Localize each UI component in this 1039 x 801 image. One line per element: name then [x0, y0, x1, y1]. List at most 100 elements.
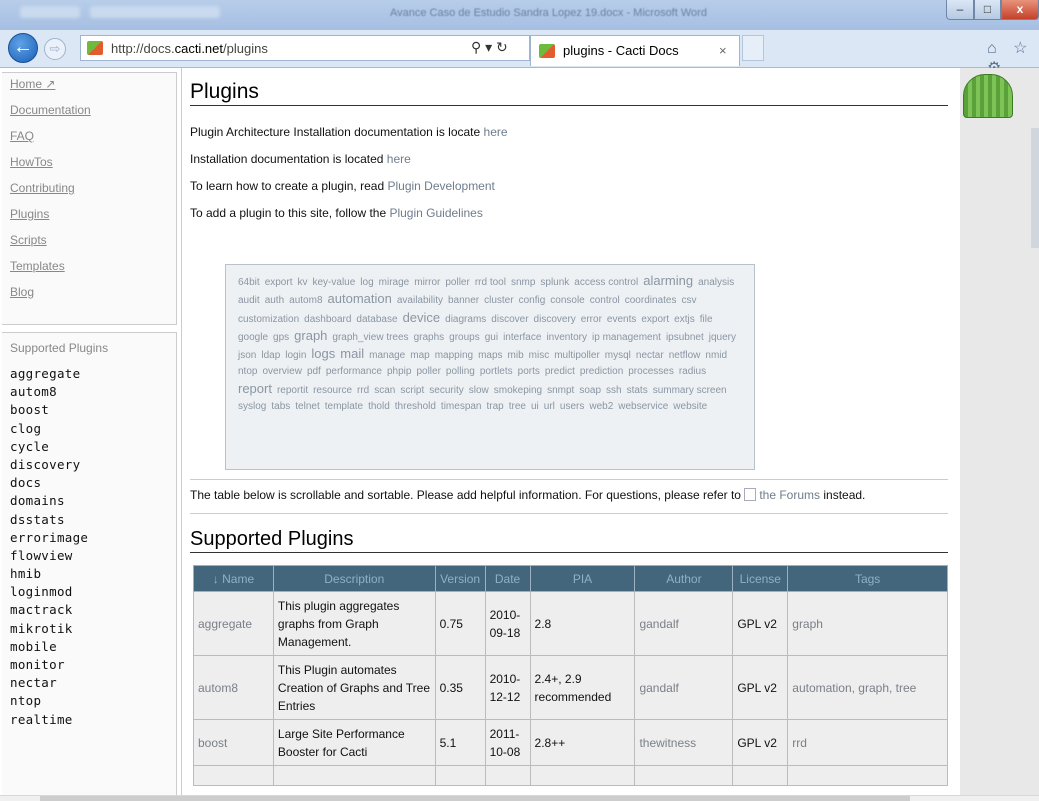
address-url[interactable]: http://docs.cacti.net/plugins [111, 41, 268, 56]
tag-link[interactable]: multipoller [554, 348, 600, 364]
tag-link[interactable]: threshold [395, 399, 436, 415]
tag-link[interactable]: syslog [238, 399, 266, 415]
tag-link[interactable]: url [544, 399, 555, 415]
sidebar-item-home[interactable]: Home ↗ [2, 73, 176, 99]
tag-link[interactable]: smokeping [494, 383, 542, 399]
table-row-partial[interactable] [193, 765, 948, 786]
intro-link[interactable]: Plugin Guidelines [389, 206, 482, 220]
sidebar-item-scripts[interactable]: Scripts [2, 229, 176, 255]
tag-link[interactable]: csv [681, 293, 696, 309]
tag-link[interactable]: autom8 [289, 293, 322, 309]
tag-link[interactable]: rrd [357, 383, 369, 399]
tag-link[interactable]: control [590, 293, 620, 309]
tag-link[interactable]: soap [579, 383, 601, 399]
tag-link[interactable]: ip management [592, 330, 661, 346]
tag-link[interactable]: device [403, 310, 441, 326]
tag-link[interactable]: reportit [277, 383, 308, 399]
tag-link[interactable]: groups [449, 330, 480, 346]
tag-link[interactable]: config [519, 293, 546, 309]
tag-link[interactable]: webservice [618, 399, 668, 415]
tag-link[interactable]: report [238, 381, 272, 397]
tag-link[interactable]: export [265, 275, 293, 291]
tag-link[interactable]: ssh [606, 383, 622, 399]
right-scrollbar[interactable] [1031, 128, 1039, 248]
sidebar-plugin-hmib[interactable]: hmib [2, 565, 176, 583]
tag-link[interactable]: audit [238, 293, 260, 309]
intro-link[interactable]: Plugin Development [387, 179, 494, 193]
tag-link[interactable]: poller [445, 275, 469, 291]
tag-link[interactable]: jquery [709, 330, 736, 346]
tag-link[interactable]: availability [397, 293, 443, 309]
column-header[interactable]: Version [434, 565, 486, 592]
tag-link[interactable]: events [607, 312, 636, 328]
tag-link[interactable]: performance [326, 364, 382, 380]
plugins-table[interactable]: ↓ Name Description Version Date PIA Author Lic… [193, 565, 948, 786]
tag-link[interactable]: website [673, 399, 707, 415]
tab-close-icon[interactable]: × [719, 43, 727, 58]
tag-link[interactable]: mapping [435, 348, 473, 364]
tag-link[interactable]: slow [469, 383, 489, 399]
sidebar-plugin-clog[interactable]: clog [2, 420, 176, 438]
tag-link[interactable]: alarming [643, 273, 693, 289]
tag-link[interactable]: misc [529, 348, 550, 364]
sidebar-plugin-errorimage[interactable]: errorimage [2, 529, 176, 547]
column-header[interactable]: License [732, 565, 789, 592]
sidebar-item-documentation[interactable]: Documentation [2, 99, 176, 125]
tag-link[interactable]: poller [416, 364, 440, 380]
tag-link[interactable]: radius [679, 364, 706, 380]
window-titlebar[interactable]: Avance Caso de Estudio Sandra Lopez 19.d… [0, 0, 1039, 30]
column-header[interactable]: Date [484, 565, 531, 592]
tag-link[interactable]: snmp [511, 275, 535, 291]
sidebar-plugin-nectar[interactable]: nectar [2, 674, 176, 692]
tag-link[interactable]: portlets [480, 364, 513, 380]
tag-link[interactable]: gps [273, 330, 289, 346]
tag-link[interactable]: prediction [580, 364, 623, 380]
tag-link[interactable]: snmpt [547, 383, 574, 399]
tag-link[interactable]: netflow [669, 348, 701, 364]
close-window-button[interactable]: x [1001, 0, 1039, 20]
tag-link[interactable]: resource [313, 383, 352, 399]
tag-link[interactable]: mail [340, 346, 364, 362]
tag-link[interactable]: json [238, 348, 256, 364]
sidebar-plugin-dsstats[interactable]: dsstats [2, 511, 176, 529]
tag-link[interactable]: key-value [312, 275, 355, 291]
tag-link[interactable]: scan [374, 383, 395, 399]
tag-link[interactable]: login [285, 348, 306, 364]
tag-link[interactable]: nmid [705, 348, 727, 364]
tag-link[interactable]: customization [238, 312, 299, 328]
tag-link[interactable]: database [356, 312, 397, 328]
sidebar-item-faq[interactable]: FAQ [2, 125, 176, 151]
tag-link[interactable]: access control [574, 275, 638, 291]
tag-link[interactable]: thold [368, 399, 390, 415]
sidebar-item-blog[interactable]: Blog [2, 281, 176, 307]
maximize-button[interactable]: □ [974, 0, 1001, 20]
sidebar-plugin-loginmod[interactable]: loginmod [2, 583, 176, 601]
tag-link[interactable]: polling [446, 364, 475, 380]
tag-link[interactable]: graphs [414, 330, 445, 346]
tag-link[interactable]: mirror [414, 275, 440, 291]
intro-link[interactable]: here [484, 125, 508, 139]
tag-link[interactable]: users [560, 399, 584, 415]
back-button[interactable]: ← [8, 33, 38, 63]
tag-link[interactable]: template [325, 399, 363, 415]
table-row[interactable]: aggregate This plugin aggregates graphs f… [193, 591, 948, 656]
sidebar-plugin-docs[interactable]: docs [2, 474, 176, 492]
tag-link[interactable]: coordinates [625, 293, 677, 309]
tag-link[interactable]: discovery [534, 312, 576, 328]
column-header[interactable]: Tags [787, 565, 948, 592]
sidebar-plugin-discovery[interactable]: discovery [2, 456, 176, 474]
horizontal-scrollbar[interactable] [0, 795, 1039, 801]
tag-link[interactable]: mysql [605, 348, 631, 364]
browser-tab[interactable]: plugins - Cacti Docs × [530, 35, 740, 66]
scrollbar-thumb[interactable] [40, 796, 910, 801]
tag-link[interactable]: mib [508, 348, 524, 364]
tag-link[interactable]: processes [628, 364, 674, 380]
table-row[interactable]: boost Large Site Performance Booster for … [193, 719, 948, 766]
column-header[interactable]: Author [634, 565, 734, 592]
tag-link[interactable]: rrd tool [475, 275, 506, 291]
minimize-button[interactable]: – [946, 0, 974, 20]
tag-link[interactable]: nectar [636, 348, 664, 364]
tag-link[interactable]: discover [491, 312, 528, 328]
tag-link[interactable]: inventory [546, 330, 587, 346]
tag-link[interactable]: ui [531, 399, 539, 415]
